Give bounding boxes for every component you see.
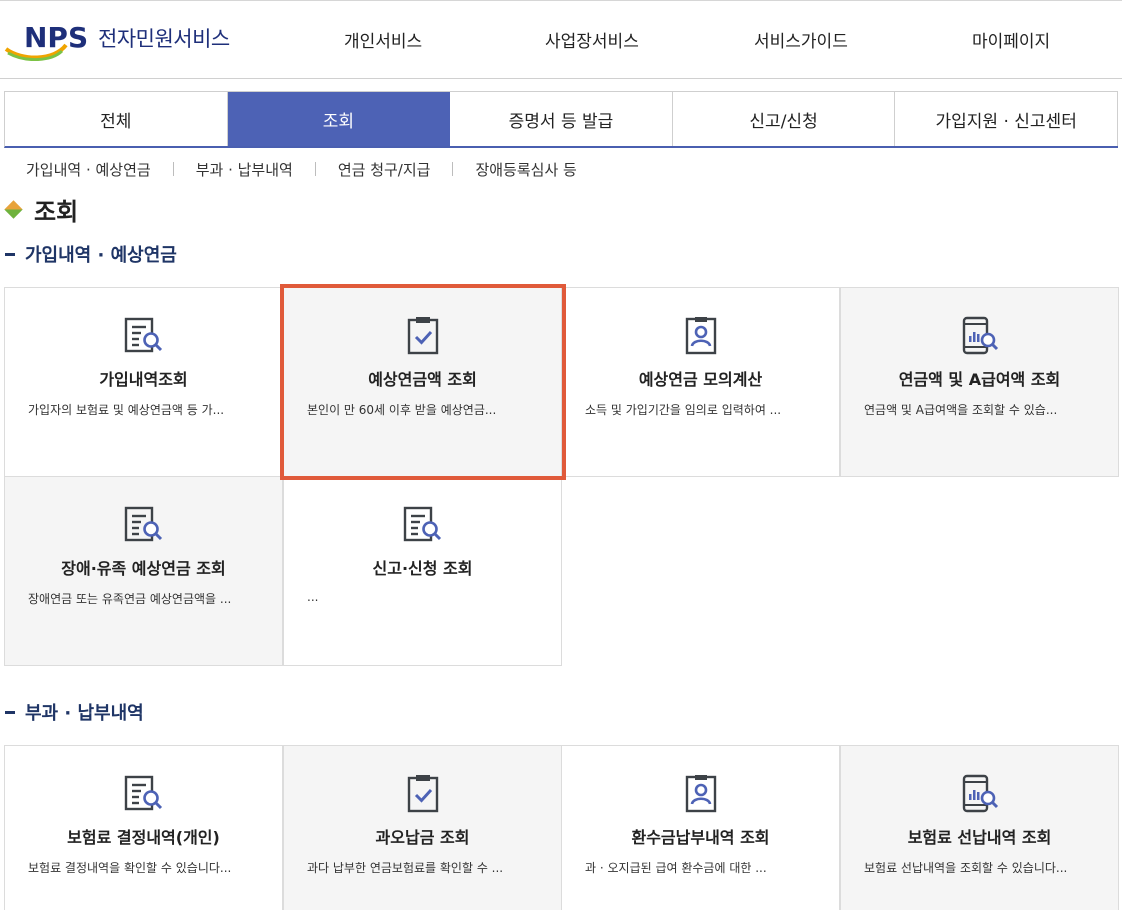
sub-navigation: 가입내역 · 예상연금 부과 · 납부내역 연금 청구/지급 장애등록심사 등 (26, 158, 577, 180)
mobile-chart-icon (959, 773, 1001, 815)
card-title: 환수금납부내역 조회 (631, 828, 770, 847)
subnav-pension-claim[interactable]: 연금 청구/지급 (338, 159, 431, 180)
card-description: 본인이 만 60세 이후 받을 예상연금... (307, 403, 497, 417)
section-title-billing: 부과 · 납부내역 (5, 699, 144, 725)
card-title: 과오납금 조회 (375, 828, 470, 847)
gnb-my-page[interactable]: 마이페이지 (972, 27, 1050, 52)
card-refund-payment[interactable]: 환수금납부내역 조회 과 · 오지급된 급여 환수금에 대한 ... (561, 745, 840, 910)
card-disability-survivor-pension[interactable]: 장애·유족 예상연금 조회 장애연금 또는 유족연금 예상연금액을 ... (4, 476, 283, 666)
card-pension-a-benefit[interactable]: 연금액 및 A급여액 조회 연금액 및 A급여액을 조회할 수 있습... (840, 287, 1119, 477)
card-title: 보험료 결정내역(개인) (67, 828, 220, 847)
card-description: 가입자의 보험료 및 예상연금액 등 가... (28, 403, 225, 417)
card-prepayment[interactable]: 보험료 선납내역 조회 보험료 선납내역을 조회할 수 있습니다... (840, 745, 1119, 910)
tab-report-apply[interactable]: 신고/신청 (672, 92, 896, 146)
card-subscription-history[interactable]: 가입내역조회 가입자의 보험료 및 예상연금액 등 가... (4, 287, 283, 477)
logo-letters: NPS (24, 21, 88, 54)
card-overpayment[interactable]: 과오납금 조회 과다 납부한 연금보험료를 확인할 수 ... (283, 745, 562, 910)
id-card-icon (680, 773, 722, 815)
card-description: 과다 납부한 연금보험료를 확인할 수 ... (307, 861, 504, 875)
card-title: 연금액 및 A급여액 조회 (898, 370, 1061, 389)
tab-all[interactable]: 전체 (5, 92, 228, 146)
diamond-icon (4, 200, 23, 219)
card-description: 보험료 선납내역을 조회할 수 있습니다... (864, 861, 1068, 875)
tab-inquiry[interactable]: 조회 (227, 92, 451, 146)
document-search-icon (123, 504, 165, 546)
card-pension-simulation[interactable]: 예상연금 모의계산 소득 및 가입기간을 임의로 입력하여 ... (561, 287, 840, 477)
card-title: 예상연금액 조회 (368, 370, 477, 389)
card-title: 가입내역조회 (99, 370, 188, 389)
document-search-icon (402, 504, 444, 546)
nps-logo-mark-icon: NPS (4, 21, 88, 61)
card-title: 신고·신청 조회 (372, 559, 473, 578)
tab-support-center[interactable]: 가입지원 · 신고센터 (895, 92, 1118, 146)
page-title: 조회 (4, 192, 79, 227)
subnav-divider (172, 162, 174, 176)
subnav-subscription-pension[interactable]: 가입내역 · 예상연금 (26, 159, 151, 180)
card-premium-decision[interactable]: 보험료 결정내역(개인) 보험료 결정내역을 확인할 수 있습니다... (4, 745, 283, 910)
subnav-disability-review[interactable]: 장애등록심사 등 (475, 159, 576, 180)
card-title: 장애·유족 예상연금 조회 (61, 559, 226, 578)
dash-icon (5, 710, 15, 714)
card-description: 과 · 오지급된 급여 환수금에 대한 ... (585, 861, 767, 875)
card-description: 보험료 결정내역을 확인할 수 있습니다... (28, 861, 232, 875)
section-title-text: 가입내역 · 예상연금 (25, 245, 177, 266)
document-search-icon (123, 773, 165, 815)
card-expected-pension[interactable]: 예상연금액 조회 본인이 만 60세 이후 받을 예상연금... (283, 287, 562, 477)
nps-logo[interactable]: NPS 전자민원서비스 (4, 15, 244, 65)
gnb-service-guide[interactable]: 서비스가이드 (754, 27, 848, 52)
page-title-text: 조회 (34, 198, 79, 226)
clipboard-check-icon (402, 773, 444, 815)
subnav-divider (314, 162, 316, 176)
service-name: 전자민원서비스 (98, 27, 230, 51)
card-title: 예상연금 모의계산 (638, 370, 763, 389)
section-title-text: 부과 · 납부내역 (25, 703, 144, 724)
card-report-apply-inquiry[interactable]: 신고·신청 조회 ... (283, 476, 562, 666)
top-header: NPS 전자민원서비스 개인서비스 사업장서비스 서비스가이드 마이페이지 (0, 0, 1122, 79)
card-description: 장애연금 또는 유족연금 예상연금액을 ... (28, 592, 232, 606)
card-description: ... (307, 590, 319, 604)
gnb-workplace-service[interactable]: 사업장서비스 (545, 27, 639, 52)
gnb-personal-service[interactable]: 개인서비스 (344, 27, 422, 52)
category-tabs: 전체 조회 증명서 등 발급 신고/신청 가입지원 · 신고센터 (4, 91, 1118, 148)
mobile-chart-icon (959, 315, 1001, 357)
id-card-icon (680, 315, 722, 357)
section-title-subscription: 가입내역 · 예상연금 (5, 241, 177, 267)
card-description: 소득 및 가입기간을 임의로 입력하여 ... (585, 403, 782, 417)
subnav-billing-payment[interactable]: 부과 · 납부내역 (196, 159, 293, 180)
subnav-divider (452, 162, 454, 176)
tab-certificate[interactable]: 증명서 등 발급 (450, 92, 673, 146)
card-description: 연금액 및 A급여액을 조회할 수 있습... (864, 403, 1058, 417)
document-search-icon (123, 315, 165, 357)
dash-icon (5, 252, 15, 256)
clipboard-check-icon (402, 315, 444, 357)
card-title: 보험료 선납내역 조회 (907, 828, 1052, 847)
